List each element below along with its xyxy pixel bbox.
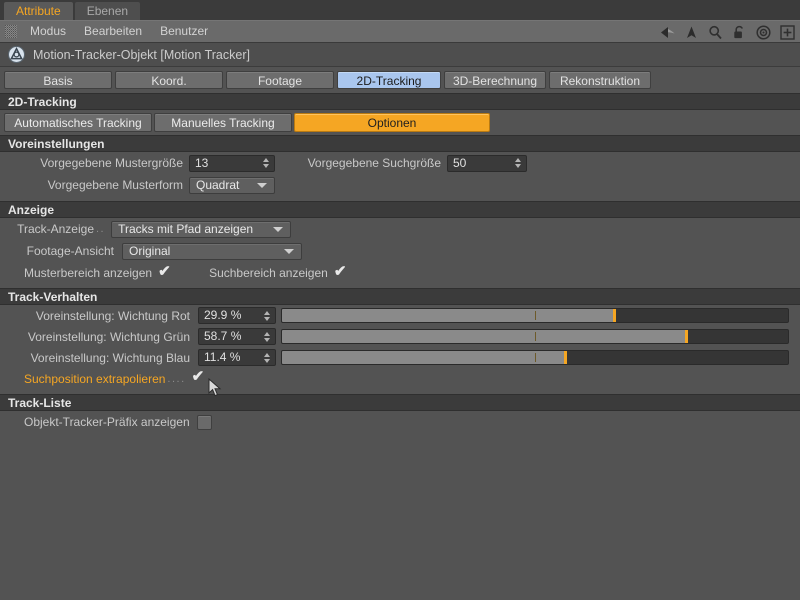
row-track-anzeige: Track-Anzeige .. Tracks mit Pfad anzeige… bbox=[0, 218, 800, 240]
window-tab-attribute[interactable]: Attribute bbox=[4, 2, 73, 20]
window-tab-ebenen[interactable]: Ebenen bbox=[74, 2, 141, 20]
motion-tracker-icon bbox=[8, 46, 25, 63]
dropdown-footage-ansicht[interactable]: Original bbox=[122, 242, 302, 260]
row-wichtung-blau: Voreinstellung: Wichtung Blau 11.4 % bbox=[0, 347, 800, 368]
spinner-vorgegebene-suchgroesse[interactable] bbox=[511, 156, 524, 171]
label-musterbereich-anzeigen: Musterbereich anzeigen bbox=[24, 266, 153, 280]
value-wichtung-blau: 11.4 % bbox=[204, 350, 241, 364]
row-suchposition-extrapolieren: Suchposition extrapolieren .... ✔ bbox=[0, 368, 800, 397]
dropdown-vorgegebene-musterform[interactable]: Quadrat bbox=[189, 176, 275, 194]
label-dots-suchposition: .... bbox=[167, 372, 186, 385]
row-footage-ansicht: Footage-Ansicht Original bbox=[0, 240, 800, 262]
label-objekt-tracker-praefix: Objekt-Tracker-Präfix anzeigen bbox=[24, 415, 190, 429]
label-vorgegebene-mustergroesse: Vorgegebene Mustergröße bbox=[40, 156, 183, 170]
label-wichtung-gruen: Voreinstellung: Wichtung Grün bbox=[27, 329, 190, 344]
slider-wichtung-gruen[interactable] bbox=[281, 329, 789, 344]
tab-koord[interactable]: Koord. bbox=[115, 71, 223, 89]
row-vorgegebene-mustergroesse: Vorgegebene Mustergröße 13 Vorgegebene S… bbox=[0, 152, 800, 174]
field-wichtung-rot[interactable]: 29.9 % bbox=[198, 307, 276, 324]
label-suchposition-extrapolieren: Suchposition extrapolieren bbox=[24, 371, 166, 386]
label-track-anzeige: Track-Anzeige bbox=[17, 222, 94, 236]
tab-2d-tracking[interactable]: 2D-Tracking bbox=[337, 71, 441, 89]
label-vorgegebene-suchgroesse: Vorgegebene Suchgröße bbox=[307, 156, 441, 170]
value-vorgegebene-musterform: Quadrat bbox=[196, 177, 240, 192]
slider-wichtung-rot[interactable] bbox=[281, 308, 789, 323]
row-bereich-checkboxes: Musterbereich anzeigen ✔ Suchbereich anz… bbox=[0, 262, 800, 284]
window-tab-strip: Attribute Ebenen bbox=[0, 0, 800, 20]
segment-automatisches-tracking[interactable]: Automatisches Tracking bbox=[4, 113, 152, 132]
value-track-anzeige: Tracks mit Pfad anzeigen bbox=[118, 221, 254, 236]
search-icon[interactable] bbox=[707, 24, 724, 41]
label-dots-track-anzeige: .. bbox=[96, 223, 106, 235]
row-wichtung-rot: Voreinstellung: Wichtung Rot 29.9 % bbox=[0, 305, 800, 326]
grip-dots-icon[interactable] bbox=[5, 25, 17, 38]
plus-box-icon[interactable] bbox=[779, 24, 796, 41]
section-header-track-liste: Track-Liste bbox=[0, 394, 800, 411]
field-wichtung-blau[interactable]: 11.4 % bbox=[198, 349, 276, 366]
menu-bar-icons bbox=[659, 21, 796, 44]
section-header-voreinstellungen: Voreinstellungen bbox=[0, 135, 800, 152]
dropdown-track-anzeige[interactable]: Tracks mit Pfad anzeigen bbox=[111, 220, 292, 238]
chevron-down-icon bbox=[273, 226, 284, 232]
attribute-manager-window: Attribute Ebenen Modus Bearbeiten Benutz… bbox=[0, 0, 800, 600]
checkbox-suchposition-extrapolieren[interactable]: ✔ bbox=[191, 368, 205, 385]
label-vorgegebene-musterform: Vorgegebene Musterform bbox=[47, 178, 183, 192]
chevron-down-icon bbox=[284, 248, 294, 254]
row-wichtung-gruen: Voreinstellung: Wichtung Grün 58.7 % bbox=[0, 326, 800, 347]
chevron-down-icon bbox=[257, 182, 267, 188]
value-wichtung-gruen: 58.7 % bbox=[204, 329, 242, 343]
back-arrow-icon[interactable] bbox=[659, 24, 676, 41]
tab-3d-berechnung[interactable]: 3D-Berechnung bbox=[444, 71, 546, 89]
menu-item-modus[interactable]: Modus bbox=[21, 20, 75, 43]
check-mark-icon: ✔ bbox=[333, 262, 347, 280]
slider-wichtung-blau[interactable] bbox=[281, 350, 789, 365]
menu-item-bearbeiten[interactable]: Bearbeiten bbox=[75, 20, 151, 43]
row-objekt-tracker-praefix: Objekt-Tracker-Präfix anzeigen bbox=[0, 411, 800, 433]
check-mark-icon: ✔ bbox=[191, 368, 205, 385]
spinner-wichtung-rot[interactable] bbox=[260, 308, 273, 323]
label-footage-ansicht: Footage-Ansicht bbox=[26, 244, 114, 258]
checkbox-musterbereich-anzeigen[interactable]: ✔ bbox=[158, 262, 171, 280]
check-mark-icon: ✔ bbox=[158, 262, 171, 280]
up-arrow-icon[interactable] bbox=[683, 24, 700, 41]
label-suchbereich-anzeigen: Suchbereich anzeigen bbox=[209, 266, 328, 280]
tab-rekonstruktion[interactable]: Rekonstruktion bbox=[549, 71, 651, 89]
menu-item-benutzer[interactable]: Benutzer bbox=[151, 20, 217, 43]
row-vorgegebene-musterform: Vorgegebene Musterform Quadrat bbox=[0, 174, 800, 196]
target-icon[interactable] bbox=[755, 24, 772, 41]
tab-footage[interactable]: Footage bbox=[226, 71, 334, 89]
spinner-wichtung-gruen[interactable] bbox=[260, 329, 273, 344]
tab-basis[interactable]: Basis bbox=[4, 71, 112, 89]
menu-bar: Modus Bearbeiten Benutzer bbox=[0, 20, 800, 43]
value-wichtung-rot: 29.9 % bbox=[204, 308, 242, 322]
spinner-wichtung-blau[interactable] bbox=[260, 350, 273, 365]
checkbox-objekt-tracker-praefix[interactable] bbox=[196, 414, 212, 430]
label-wichtung-rot: Voreinstellung: Wichtung Rot bbox=[35, 308, 190, 323]
field-vorgegebene-suchgroesse[interactable]: 50 bbox=[447, 154, 527, 172]
segment-manuelles-tracking[interactable]: Manuelles Tracking bbox=[154, 113, 292, 132]
label-wichtung-blau: Voreinstellung: Wichtung Blau bbox=[30, 350, 190, 365]
segment-optionen[interactable]: Optionen bbox=[294, 113, 490, 132]
section-header-anzeige: Anzeige bbox=[0, 201, 800, 218]
field-wichtung-gruen[interactable]: 58.7 % bbox=[198, 328, 276, 345]
section-header-track-verhalten: Track-Verhalten bbox=[0, 288, 800, 305]
lock-open-icon[interactable] bbox=[731, 24, 748, 41]
spinner-vorgegebene-mustergroesse[interactable] bbox=[259, 156, 272, 171]
value-vorgegebene-mustergroesse: 13 bbox=[195, 155, 209, 170]
value-vorgegebene-suchgroesse: 50 bbox=[453, 155, 467, 170]
object-header: Motion-Tracker-Objekt [Motion Tracker] bbox=[0, 43, 800, 67]
field-vorgegebene-mustergroesse[interactable]: 13 bbox=[189, 154, 275, 172]
section-header-2d-tracking: 2D-Tracking bbox=[0, 93, 800, 110]
main-tab-row: Basis Koord. Footage 2D-Tracking 3D-Bere… bbox=[0, 67, 800, 93]
tracking-mode-segments: Automatisches Tracking Manuelles Trackin… bbox=[0, 110, 800, 135]
checkbox-suchbereich-anzeigen[interactable]: ✔ bbox=[333, 262, 347, 280]
object-title: Motion-Tracker-Objekt [Motion Tracker] bbox=[33, 47, 250, 62]
value-footage-ansicht: Original bbox=[129, 243, 171, 258]
